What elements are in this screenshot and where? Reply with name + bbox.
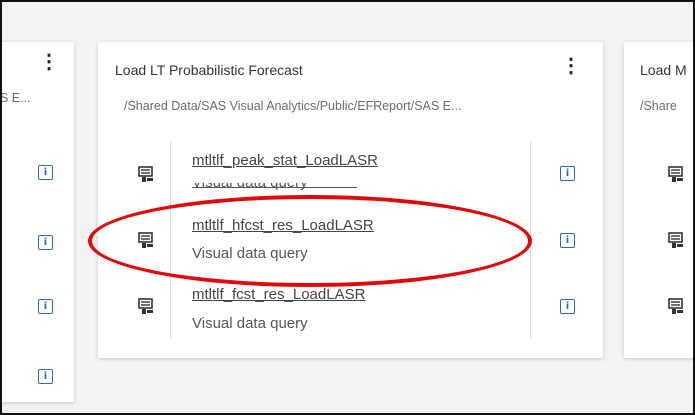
data-item-type: Visual data query [192,245,308,262]
report-card-left: ⋮ S E... i i i i [0,42,74,402]
info-icon[interactable]: i [560,233,575,248]
query-icon [138,298,153,314]
data-item-link[interactable]: mtltlf_hfcst_res_LoadLASR [192,217,374,234]
info-icon[interactable]: i [38,235,53,250]
query-icon [138,166,153,182]
info-icon[interactable]: i [38,369,53,384]
info-icon[interactable]: i [38,299,53,314]
query-icon [668,166,683,182]
divider [530,140,531,340]
card-path: S E... [0,91,31,105]
query-icon [138,232,153,248]
divider [170,140,171,340]
query-icon [668,298,683,314]
card-title[interactable]: Load LT Probabilistic Forecast [115,62,303,78]
data-item-link[interactable]: mtltlf_fcst_res_LoadLASR [192,286,365,303]
data-item-type: Visual data query [192,315,308,332]
more-options-kebab-icon[interactable]: ⋮ [561,56,581,76]
card-path: /Shared Data/SAS Visual Analytics/Public… [124,99,462,113]
info-icon[interactable]: i [560,166,575,181]
data-item-link[interactable]: mtltlf_peak_stat_LoadLASR [192,152,378,169]
data-item-type: Visual data query [192,174,308,191]
card-title[interactable]: Load M [640,62,687,78]
card-path: /Share [640,99,677,113]
query-icon [668,232,683,248]
report-card-load-lt-probabilistic-forecast: Load LT Probabilistic Forecast ⋮ /Shared… [98,42,603,358]
info-icon[interactable]: i [38,165,53,180]
overlap-rule [192,187,357,189]
screenshot-frame: ⋮ S E... i i i i Load LT Probabilistic F… [0,0,695,415]
more-options-kebab-icon[interactable]: ⋮ [39,52,59,72]
info-icon[interactable]: i [560,299,575,314]
report-card-right: Load M /Share [624,42,693,358]
